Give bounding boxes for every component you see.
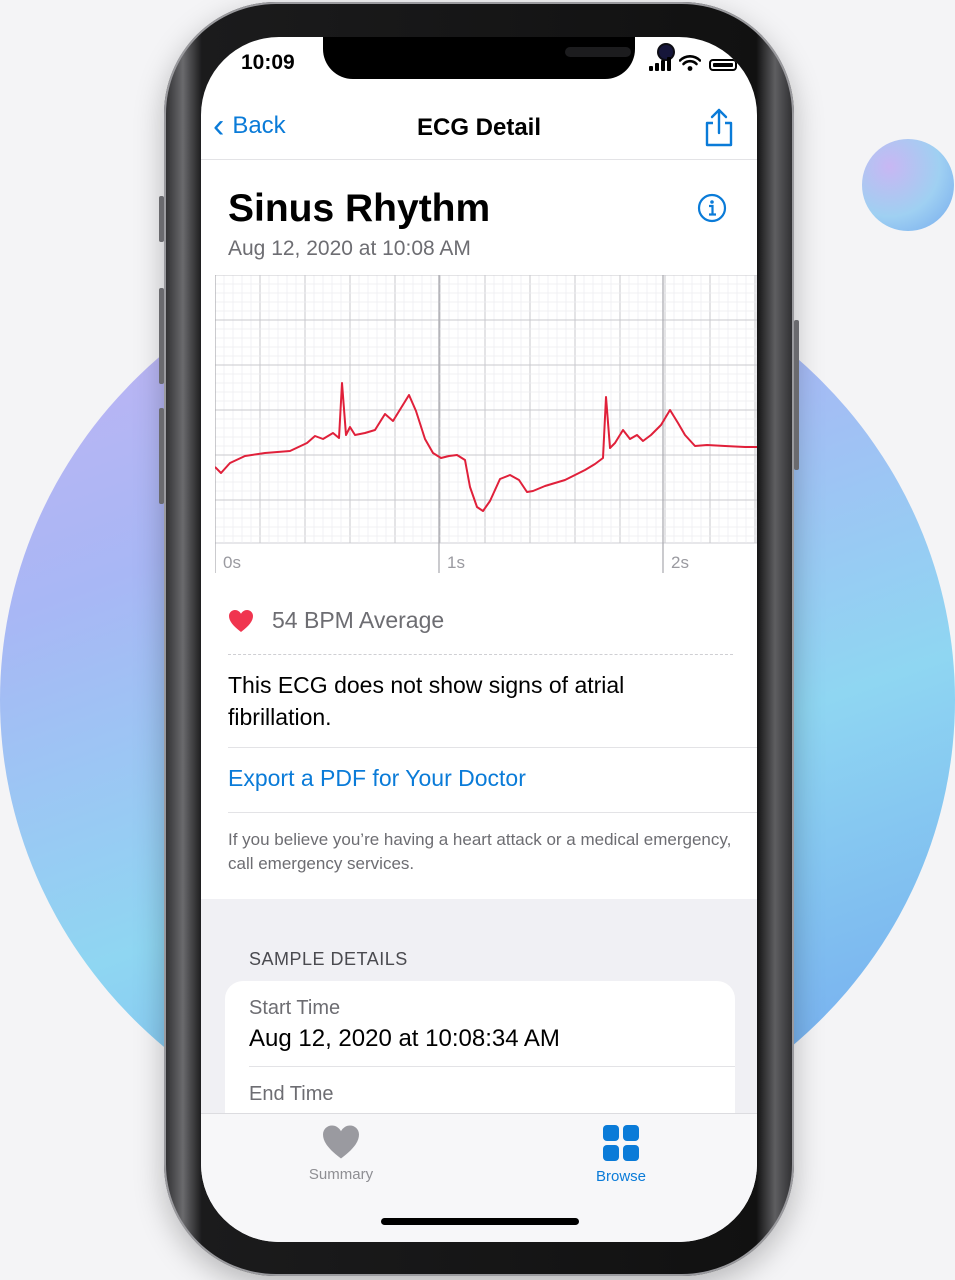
bpm-row: 54 BPM Average: [228, 607, 444, 634]
emergency-warning: If you believe you’re having a heart att…: [228, 830, 732, 873]
background-orb: [862, 139, 954, 231]
ecg-time-axis: 0s 1s 2s: [215, 543, 757, 573]
share-icon[interactable]: [703, 107, 735, 149]
grid-icon: [603, 1125, 639, 1161]
divider: [228, 747, 757, 748]
nav-title: ECG Detail: [416, 114, 542, 141]
export-pdf-link[interactable]: Export a PDF for Your Doctor: [228, 765, 526, 792]
info-icon[interactable]: [697, 193, 727, 223]
divider: [249, 1066, 735, 1067]
status-icons: [649, 55, 737, 71]
sample-details-section: SAMPLE DETAILS Start Time Aug 12, 2020 a…: [201, 899, 757, 1141]
cellular-signal-icon: [649, 57, 671, 71]
ecg-result-description: This ECG does not show signs of atrial f…: [228, 672, 625, 730]
notch: [323, 37, 673, 79]
ecg-chart: [215, 275, 757, 573]
heart-icon: [229, 609, 253, 632]
status-time: 10:09: [241, 51, 295, 74]
ecg-time-label: 2s: [671, 553, 689, 572]
bpm-average: 54 BPM Average: [272, 607, 445, 633]
mute-switch: [159, 196, 164, 242]
home-indicator: [381, 1218, 579, 1225]
tab-label: Summary: [308, 1166, 374, 1183]
heart-icon: [323, 1125, 359, 1159]
volume-up-button: [159, 288, 164, 384]
ecg-time-label: 0s: [223, 553, 241, 572]
recording-date: Aug 12, 2020 at 10:08 AM: [228, 237, 471, 260]
tab-label: Browse: [595, 1168, 647, 1185]
power-button: [794, 320, 799, 470]
ecg-grid: [215, 275, 757, 573]
start-time-value: Aug 12, 2020 at 10:08:34 AM: [249, 1025, 560, 1052]
tab-browse[interactable]: Browse: [561, 1124, 681, 1185]
wifi-icon: [679, 55, 701, 71]
section-header: SAMPLE DETAILS: [249, 949, 408, 969]
battery-icon: [709, 59, 737, 71]
start-time-label: Start Time: [249, 997, 341, 1019]
tab-summary[interactable]: Summary: [281, 1124, 401, 1183]
page-title: Sinus Rhythm: [228, 187, 491, 230]
navigation-bar: ‹ Back ECG Detail: [201, 99, 757, 160]
phone-screen: 10:09 ‹ Back ECG Detail Sinus Rhythm Aug…: [201, 37, 757, 1242]
volume-down-button: [159, 408, 164, 504]
divider: [228, 654, 733, 655]
tab-bar: Summary Browse: [201, 1113, 757, 1242]
speaker: [565, 47, 631, 57]
ecg-time-label: 1s: [447, 553, 465, 572]
end-time-label: End Time: [249, 1083, 334, 1105]
divider: [228, 812, 757, 813]
